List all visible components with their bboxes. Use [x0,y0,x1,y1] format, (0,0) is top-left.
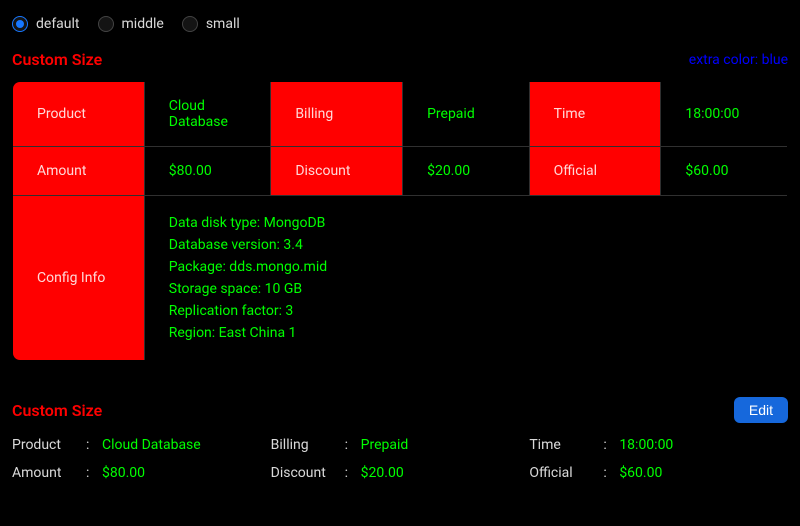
colon-icon: : [345,437,348,453]
radio-middle[interactable]: middle [98,16,164,32]
desc-value-config: Data disk type: MongoDB Database version… [144,196,787,361]
desc-value-billing: Prepaid [361,437,409,453]
config-line: Replication factor: 3 [169,300,763,322]
desc-label-product: Product [13,82,145,147]
config-line: Storage space: 10 GB [169,278,763,300]
desc-label-discount: Discount [271,147,403,196]
radio-circle-icon [98,16,114,32]
config-line: Package: dds.mongo.mid [169,256,763,278]
desc-value-product: Cloud Database [144,82,271,147]
desc-label-discount: Discount [271,465,326,481]
desc-label-official: Official [529,147,661,196]
descriptions-title: Custom Size [12,401,102,420]
colon-icon: : [603,437,606,453]
desc-value-amount: $80.00 [102,465,145,481]
table-row: Amount $80.00 Discount $20.00 Official $… [13,147,788,196]
desc-label-official: Official [529,465,572,481]
descriptions-header: Custom Size extra color: blue [12,50,788,69]
radio-default[interactable]: default [12,16,80,32]
radio-dot-icon [16,20,24,28]
config-line: Data disk type: MongoDB [169,212,763,234]
radio-label: middle [122,16,164,32]
edit-button[interactable]: Edit [734,397,788,423]
colon-icon: : [86,465,89,481]
desc-value-billing: Prepaid [403,82,530,147]
desc-label-time: Time [529,82,661,147]
radio-circle-icon [182,16,198,32]
colon-icon: : [345,465,348,481]
desc-label-amount: Amount [13,147,145,196]
descriptions-header: Custom Size Edit [12,397,788,423]
desc-label-billing: Billing [271,437,309,453]
descriptions-title: Custom Size [12,50,102,69]
desc-value-discount: $20.00 [361,465,404,481]
desc-label-billing: Billing [271,82,403,147]
table-row: Product Cloud Database Billing Prepaid T… [13,82,788,147]
table-row: Config Info Data disk type: MongoDB Data… [13,196,788,361]
desc-value-discount: $20.00 [403,147,530,196]
descriptions-section-2: Custom Size Edit Product : Cloud Databas… [12,397,788,493]
table-row: Product : Cloud Database Billing : Prepa… [12,437,788,465]
desc-label-time: Time [529,437,560,453]
config-line: Region: East China 1 [169,322,763,344]
config-line: Database version: 3.4 [169,234,763,256]
table-row: Amount : $80.00 Discount : $20.00 Offici… [12,465,788,493]
descriptions-bordered-table: Product Cloud Database Billing Prepaid T… [12,81,788,361]
desc-value-official: $60.00 [619,465,662,481]
descriptions-plain-table: Product : Cloud Database Billing : Prepa… [12,437,788,493]
size-radio-group: default middle small [12,12,788,50]
colon-icon: : [86,437,89,453]
radio-small[interactable]: small [182,16,240,32]
radio-circle-icon [12,16,28,32]
desc-value-time: 18:00:00 [619,437,673,453]
desc-label-amount: Amount [12,465,61,481]
radio-label: default [36,16,80,32]
desc-value-official: $60.00 [661,147,788,196]
descriptions-extra: extra color: blue [689,52,788,68]
desc-label-product: Product [12,437,61,453]
radio-label: small [206,16,240,32]
desc-label-config: Config Info [13,196,145,361]
desc-value-amount: $80.00 [144,147,271,196]
colon-icon: : [603,465,606,481]
desc-value-product: Cloud Database [102,437,201,453]
desc-value-time: 18:00:00 [661,82,788,147]
